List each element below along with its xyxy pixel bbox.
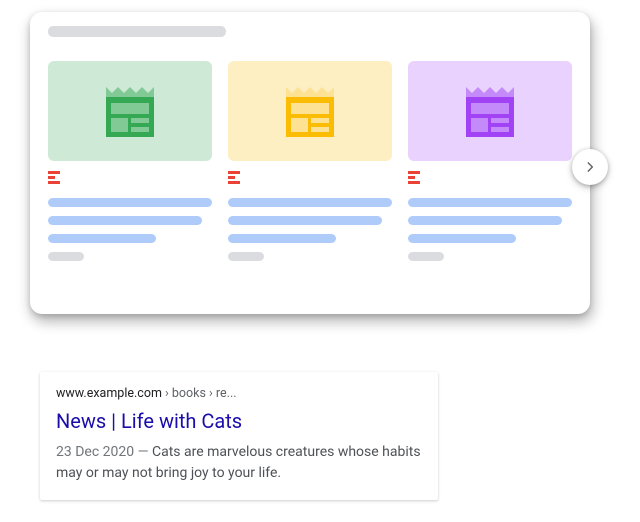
text-line-placeholder bbox=[228, 198, 392, 207]
result-date: 23 Dec 2020 bbox=[56, 444, 134, 460]
meta-line-placeholder bbox=[408, 252, 444, 261]
carousel-thumbnail bbox=[228, 61, 392, 161]
breadcrumb-domain: www.example.com bbox=[56, 386, 162, 401]
search-result: www.example.com › books › re... News | L… bbox=[40, 372, 438, 500]
text-line-placeholder bbox=[408, 198, 572, 207]
carousel-item[interactable] bbox=[48, 61, 212, 261]
result-separator: — bbox=[134, 444, 152, 460]
carousel-thumbnail bbox=[408, 61, 572, 161]
carousel-header-placeholder bbox=[48, 26, 226, 37]
meta-line-placeholder bbox=[228, 252, 264, 261]
result-title-link[interactable]: News | Life with Cats bbox=[56, 409, 422, 434]
favicon-placeholder-icon bbox=[48, 171, 60, 184]
article-icon bbox=[461, 81, 519, 141]
carousel-thumbnail bbox=[48, 61, 212, 161]
text-line-placeholder bbox=[228, 216, 382, 225]
result-breadcrumb[interactable]: www.example.com › books › re... bbox=[56, 386, 422, 401]
meta-line-placeholder bbox=[48, 252, 84, 261]
text-line-placeholder bbox=[408, 216, 562, 225]
favicon-placeholder-icon bbox=[408, 171, 420, 184]
carousel-items-row bbox=[48, 61, 572, 261]
result-snippet: 23 Dec 2020 — Cats are marvelous creatur… bbox=[56, 442, 422, 484]
text-line-placeholder bbox=[48, 198, 212, 207]
favicon-placeholder-icon bbox=[228, 171, 240, 184]
breadcrumb-path: › books › re... bbox=[162, 386, 237, 401]
carousel-item[interactable] bbox=[408, 61, 572, 261]
text-line-placeholder bbox=[228, 234, 336, 243]
carousel-item[interactable] bbox=[228, 61, 392, 261]
carousel-next-button[interactable] bbox=[572, 149, 608, 185]
article-icon bbox=[101, 81, 159, 141]
article-icon bbox=[281, 81, 339, 141]
text-line-placeholder bbox=[48, 234, 156, 243]
carousel-card bbox=[30, 12, 590, 314]
text-line-placeholder bbox=[408, 234, 516, 243]
chevron-right-icon bbox=[583, 160, 597, 174]
text-line-placeholder bbox=[48, 216, 202, 225]
